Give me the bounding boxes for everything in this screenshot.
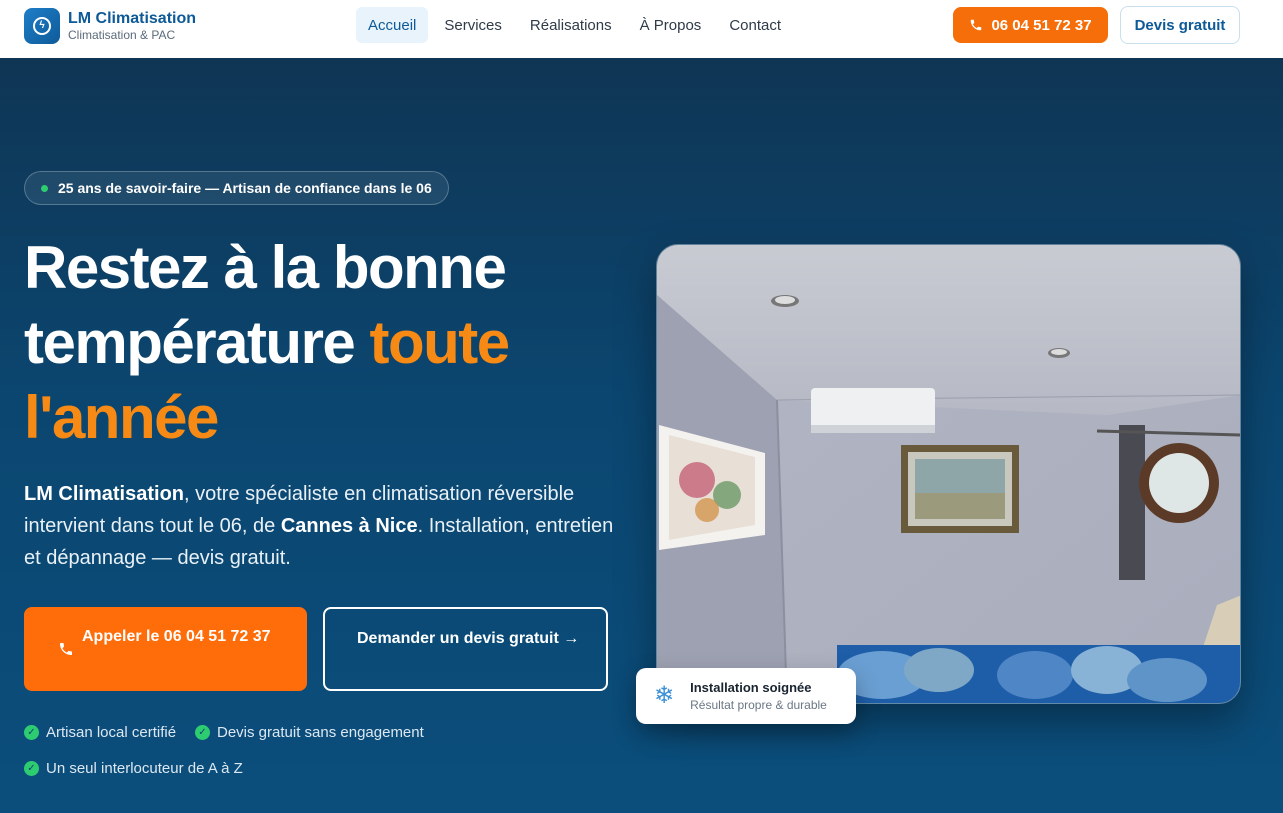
check-circle-icon: ✓ <box>24 725 39 740</box>
site-header: ϟ LM Climatisation Climatisation & PAC A… <box>0 0 1283 58</box>
nav-item-realisations[interactable]: Réalisations <box>518 7 624 43</box>
nav-item-contact[interactable]: Contact <box>717 7 793 43</box>
quote-cta-label: Demander un devis gratuit → <box>357 630 580 647</box>
brand-logo[interactable]: ϟ LM Climatisation Climatisation & PAC <box>24 8 196 44</box>
call-cta-label: Appeler le 06 04 51 72 37 <box>82 628 271 645</box>
brand-tagline: Climatisation & PAC <box>68 27 176 42</box>
nav-item-a-propos[interactable]: À Propos <box>628 7 714 43</box>
header-phone-button[interactable]: 06 04 51 72 37 <box>953 7 1108 43</box>
header-phone-label: 06 04 51 72 37 <box>991 16 1092 34</box>
hero-section: 25 ans de savoir-faire — Artisan de conf… <box>0 58 1283 813</box>
trust-item-label: Un seul interlocuteur de A à Z <box>46 760 243 777</box>
trust-item-label: Devis gratuit sans engagement <box>217 724 424 741</box>
check-circle-icon: ✓ <box>195 725 210 740</box>
nav-item-accueil[interactable]: Accueil <box>356 7 429 43</box>
phone-icon <box>60 643 72 655</box>
main-nav: Accueil Services Réalisations À Propos C… <box>356 7 793 43</box>
experience-badge: 25 ans de savoir-faire — Artisan de conf… <box>24 171 449 205</box>
snowflake-icon: ❄ <box>654 682 675 709</box>
installation-photo <box>656 244 1241 704</box>
call-cta-button[interactable]: Appeler le 06 04 51 72 37 <box>24 607 307 691</box>
trust-item: ✓ Un seul interlocuteur de A à Z <box>24 760 243 777</box>
status-dot-icon <box>41 184 48 192</box>
check-circle-icon: ✓ <box>24 761 39 776</box>
card-title: Installation soignée <box>690 680 812 695</box>
installation-card: ❄ Installation soignée Résultat propre &… <box>636 668 856 724</box>
trust-item-label: Artisan local certifié <box>46 724 177 741</box>
lightning-icon: ϟ <box>24 8 60 44</box>
hero-headline: Restez à la bonne température toute l'an… <box>24 230 624 455</box>
brand-name: LM Climatisation <box>68 9 197 27</box>
phone-icon <box>971 19 982 31</box>
trust-item: ✓ Devis gratuit sans engagement <box>195 724 424 741</box>
quote-cta-button[interactable]: Demander un devis gratuit → <box>323 607 608 691</box>
intro-cities: Cannes à Nice <box>280 515 418 537</box>
header-quote-button[interactable]: Devis gratuit <box>1120 6 1240 44</box>
card-subtitle: Résultat propre & durable <box>690 698 827 712</box>
hero-intro: LM Climatisation, votre spécialiste en c… <box>24 478 624 574</box>
trust-item: ✓ Artisan local certifié <box>24 724 176 741</box>
badge-text: 25 ans de savoir-faire — Artisan de conf… <box>58 180 432 196</box>
intro-brand: LM Climatisation <box>24 483 185 505</box>
nav-item-services[interactable]: Services <box>432 7 514 43</box>
